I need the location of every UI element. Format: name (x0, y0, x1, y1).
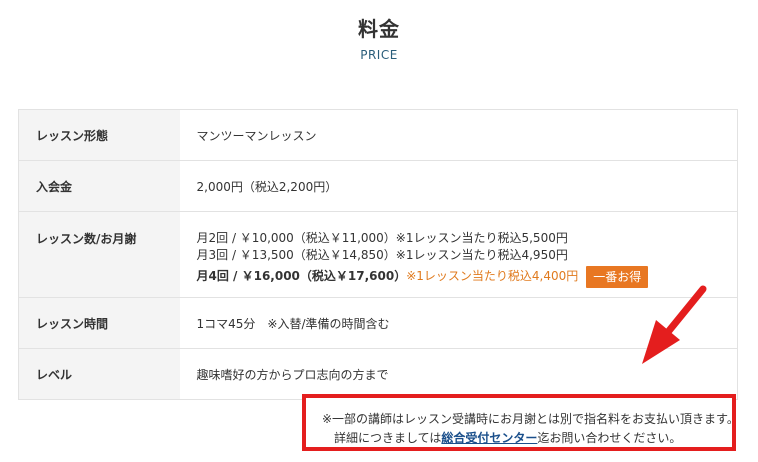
row-label-monthly-fee: レッスン数/お月謝 (18, 211, 180, 298)
row-label-lesson-type: レッスン形態 (18, 109, 180, 161)
page-subtitle: PRICE (360, 48, 398, 62)
notice-line-1: ※一部の講師はレッスン受講時にお月謝とは別で指名料をお支払い頂きます。 (322, 412, 739, 426)
notice-box: ※一部の講師はレッスン受講時にお月謝とは別で指名料をお支払い頂きます。 詳細につ… (302, 394, 739, 451)
table-row: 入会金 2,000円（税込2,200円） (18, 160, 738, 212)
price-table: レッスン形態 マンツーマンレッスン 入会金 2,000円（税込2,200円） レ… (18, 109, 738, 400)
notice-suffix: 迄お問い合わせください。 (537, 431, 682, 445)
row-label-level: レベル (18, 348, 180, 400)
fee-note: ※1レッスン当たり税込4,950円 (395, 248, 568, 262)
row-value-level: 趣味嗜好の方からプロ志向の方まで (179, 348, 738, 400)
fee-line-3: 月3回 / ￥13,500（税込￥14,850）※1レッスン当たり税込4,950… (197, 247, 738, 264)
page-title: 料金 (358, 17, 400, 41)
fee-line-4: 月4回 / ￥16,000（税込￥17,600）※1レッスン当たり税込4,400… (197, 264, 738, 288)
table-row: レッスン時間 1コマ45分 ※入替/準備の時間含む (18, 297, 738, 349)
fee-main: 月3回 / ￥13,500（税込￥14,850） (196, 248, 396, 262)
row-label-lesson-time: レッスン時間 (18, 297, 180, 349)
table-row: レベル 趣味嗜好の方からプロ志向の方まで (18, 348, 738, 400)
row-label-admission-fee: 入会金 (18, 160, 180, 212)
fee-note: ※1レッスン当たり税込5,500円 (395, 231, 568, 245)
row-value-admission-fee: 2,000円（税込2,200円） (179, 160, 738, 212)
notice-prefix: 詳細につきましては (334, 431, 442, 445)
row-value-lesson-time: 1コマ45分 ※入替/準備の時間含む (179, 297, 738, 349)
fee-main: 月4回 / ￥16,000（税込￥17,600） (196, 269, 407, 283)
row-value-lesson-type: マンツーマンレッスン (179, 109, 738, 161)
fee-line-2: 月2回 / ￥10,000（税込￥11,000）※1レッスン当たり税込5,500… (197, 230, 738, 247)
fee-note: ※1レッスン当たり税込4,400円 (406, 269, 579, 283)
fee-main: 月2回 / ￥10,000（税込￥11,000） (196, 231, 396, 245)
reception-center-link[interactable]: 総合受付センター (441, 431, 537, 445)
best-value-badge: 一番お得 (586, 265, 649, 288)
row-value-monthly-fee: 月2回 / ￥10,000（税込￥11,000）※1レッスン当たり税込5,500… (179, 211, 738, 298)
table-row: レッスン形態 マンツーマンレッスン (18, 109, 738, 161)
table-row: レッスン数/お月謝 月2回 / ￥10,000（税込￥11,000）※1レッスン… (18, 211, 738, 298)
notice-line-2: 詳細につきましては総合受付センター迄お問い合わせください。 (322, 429, 732, 448)
